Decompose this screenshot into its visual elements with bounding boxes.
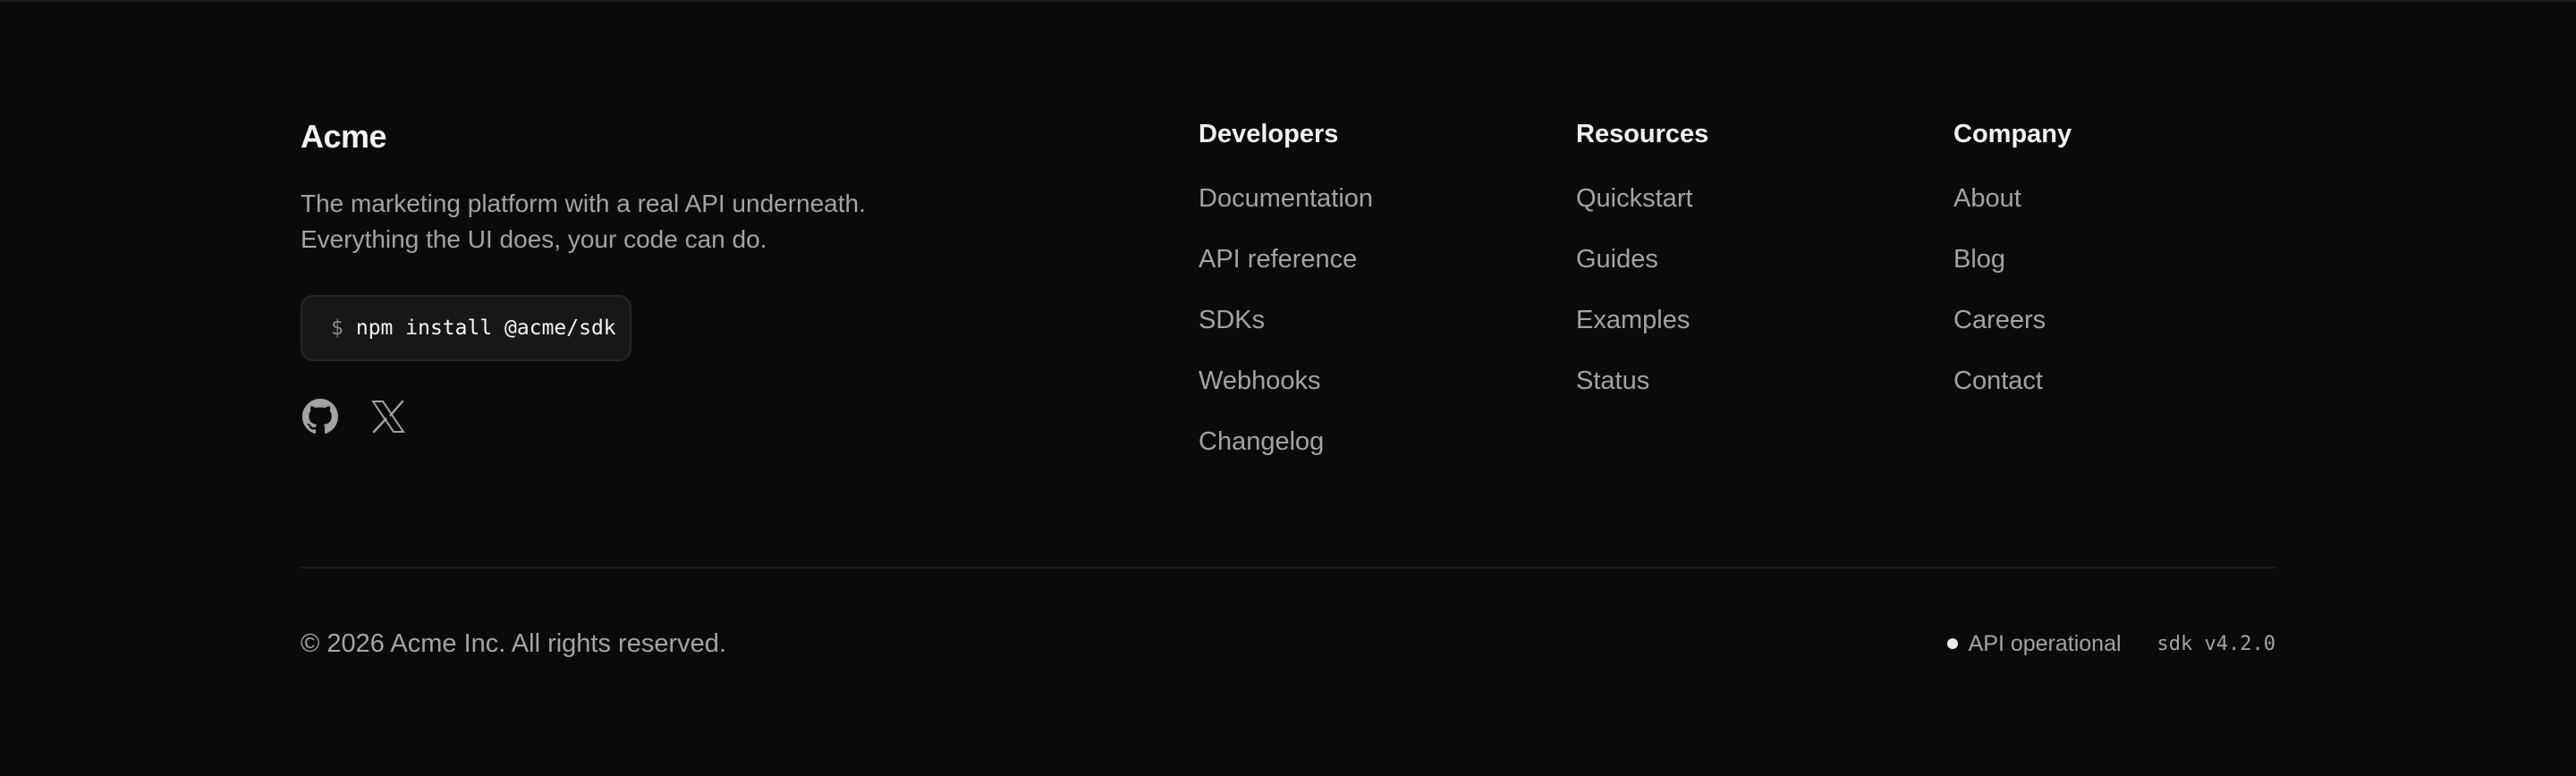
resources-links: Quickstart Guides Examples Status [1576, 182, 1708, 397]
status-bar: API operational sdk v4.2.0 [1946, 628, 2275, 660]
github-link[interactable] [301, 397, 340, 436]
tagline-line-1: The marketing platform with a real API u… [301, 190, 866, 217]
x-link[interactable] [369, 397, 408, 436]
status-dot-icon [1946, 638, 1958, 649]
install-command-box[interactable]: $ npm install @acme/sdk [301, 295, 631, 361]
x-icon [371, 400, 405, 434]
brand-name: Acme [301, 118, 387, 155]
developers-links: Documentation API reference SDKs Webhook… [1199, 182, 1373, 458]
tagline-line-2: Everything the UI does, your code can do… [301, 225, 767, 253]
developers-column: Developers Documentation API reference S… [1199, 118, 1373, 486]
footer-link-documentation[interactable]: Documentation [1199, 182, 1373, 215]
footer-link-api-reference[interactable]: API reference [1199, 243, 1373, 275]
footer-link-contact[interactable]: Contact [1953, 365, 2072, 397]
copyright-text: © 2026 Acme Inc. All rights reserved. [301, 629, 726, 658]
sdk-version: sdk v4.2.0 [2157, 632, 2275, 655]
company-heading: Company [1953, 120, 2072, 148]
footer-link-blog[interactable]: Blog [1953, 243, 2072, 275]
footer-link-changelog[interactable]: Changelog [1199, 426, 1373, 458]
github-icon [302, 399, 338, 434]
footer-link-sdks[interactable]: SDKs [1199, 304, 1373, 336]
footer-link-examples[interactable]: Examples [1576, 304, 1708, 336]
brand-tagline: The marketing platform with a real API u… [301, 186, 1034, 257]
install-command: npm install @acme/sdk [355, 316, 616, 340]
shell-prompt: $ [331, 316, 343, 340]
footer-link-about[interactable]: About [1953, 182, 2072, 215]
company-column: Company About Blog Careers Contact [1953, 118, 2072, 426]
footer-link-status[interactable]: Status [1576, 365, 1708, 397]
developers-heading: Developers [1199, 120, 1339, 148]
company-links: About Blog Careers Contact [1953, 182, 2072, 397]
footer-link-quickstart[interactable]: Quickstart [1576, 182, 1708, 215]
api-status-link[interactable]: API operational [1969, 631, 2122, 657]
footer-link-careers[interactable]: Careers [1953, 304, 2072, 336]
footer-divider [301, 567, 2275, 569]
footer-link-webhooks[interactable]: Webhooks [1199, 365, 1373, 397]
resources-column: Resources Quickstart Guides Examples Sta… [1576, 118, 1708, 426]
resources-heading: Resources [1576, 120, 1709, 148]
social-links [301, 397, 408, 436]
site-footer: Acme The marketing platform with a real … [301, 0, 2275, 776]
footer-link-guides[interactable]: Guides [1576, 243, 1708, 275]
